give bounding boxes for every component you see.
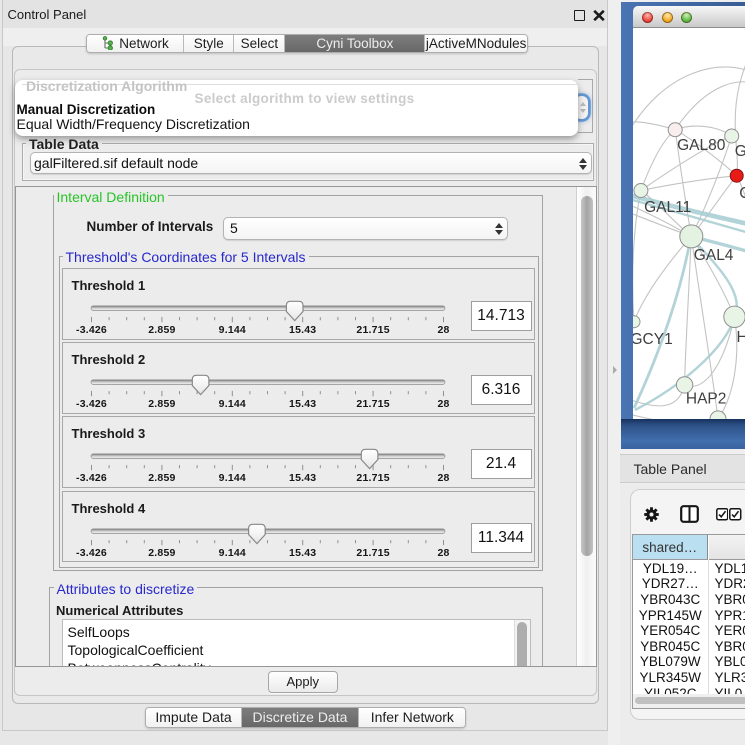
svg-text:-3.426: -3.426	[76, 324, 107, 336]
svg-text:15.43: 15.43	[289, 324, 316, 336]
svg-text:GAL4: GAL4	[693, 247, 733, 264]
svg-text:-3.426: -3.426	[76, 472, 107, 484]
svg-text:9.144: 9.144	[219, 547, 246, 559]
svg-text:21.715: 21.715	[356, 547, 389, 559]
svg-text:-3.426: -3.426	[76, 547, 107, 559]
svg-text:28: 28	[437, 472, 449, 484]
svg-text:28: 28	[437, 547, 449, 559]
svg-text:15.43: 15.43	[289, 472, 316, 484]
svg-text:HI: HI	[736, 329, 745, 346]
svg-text:2.859: 2.859	[148, 547, 175, 559]
svg-text:28: 28	[437, 398, 449, 410]
svg-text:15.43: 15.43	[289, 398, 316, 410]
svg-text:-3.426: -3.426	[76, 398, 107, 410]
svg-text:HAP2: HAP2	[685, 390, 726, 407]
svg-text:2.859: 2.859	[148, 324, 175, 336]
svg-text:21.715: 21.715	[356, 398, 389, 410]
svg-text:GAL80: GAL80	[677, 137, 726, 154]
svg-text:GAL2: GAL2	[734, 143, 745, 160]
svg-text:GCY1: GCY1	[633, 331, 673, 348]
svg-text:CD39: CD39	[739, 185, 745, 202]
svg-text:15.43: 15.43	[289, 547, 316, 559]
svg-text:2.859: 2.859	[148, 398, 175, 410]
svg-text:21.715: 21.715	[356, 324, 389, 336]
svg-text:9.144: 9.144	[219, 324, 246, 336]
svg-text:GAL11: GAL11	[644, 199, 691, 216]
svg-text:9.144: 9.144	[219, 398, 246, 410]
svg-text:9.144: 9.144	[219, 472, 246, 484]
svg-text:21.715: 21.715	[356, 472, 389, 484]
svg-text:2.859: 2.859	[148, 472, 175, 484]
svg-text:28: 28	[437, 324, 449, 336]
